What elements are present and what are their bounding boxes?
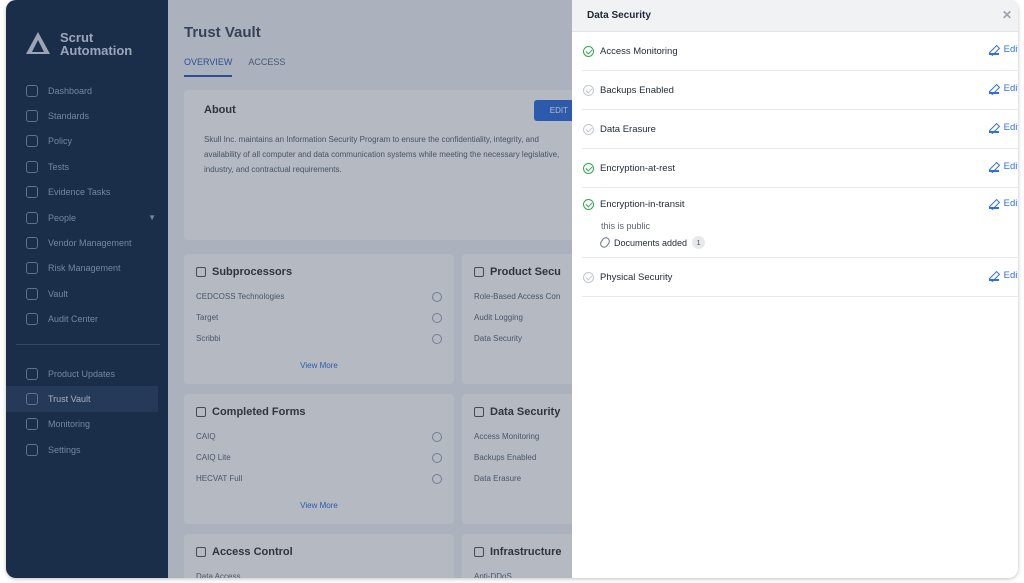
item-label: Data Erasure bbox=[600, 123, 656, 135]
edit-button[interactable]: Edit bbox=[988, 198, 1018, 209]
app-window: Scrut Automation Dashboard Standards Pol… bbox=[6, 0, 1018, 578]
check-circle-icon bbox=[583, 198, 594, 210]
list-item-physical-security: Physical Security Edit bbox=[582, 258, 1018, 297]
drawer-title: Data Security bbox=[587, 10, 651, 21]
check-circle-icon bbox=[583, 162, 594, 174]
edit-button[interactable]: Edit bbox=[988, 161, 1018, 172]
drawer-header: Data Security ✕ bbox=[572, 0, 1018, 32]
item-label: Encryption-at-rest bbox=[600, 162, 675, 174]
item-note: this is public bbox=[601, 221, 651, 231]
modal-backdrop[interactable] bbox=[6, 0, 572, 578]
list-item-data-erasure: Data Erasure Edit bbox=[582, 110, 1018, 149]
close-icon[interactable]: ✕ bbox=[1002, 9, 1012, 21]
check-circle-icon bbox=[583, 271, 594, 283]
list-item-backups-enabled: Backups Enabled Edit bbox=[582, 71, 1018, 110]
item-label: Access Monitoring bbox=[600, 45, 678, 57]
documents-link[interactable]: Documents added 1 bbox=[583, 235, 1018, 250]
check-circle-icon bbox=[583, 84, 594, 96]
data-security-drawer: Data Security ✕ Access Monitoring Edit B… bbox=[572, 0, 1018, 578]
edit-button[interactable]: Edit bbox=[988, 44, 1018, 55]
item-label: Physical Security bbox=[600, 271, 673, 283]
pencil-icon bbox=[988, 271, 999, 281]
list-item-access-monitoring: Access Monitoring Edit bbox=[582, 32, 1018, 71]
pencil-icon bbox=[988, 45, 999, 55]
check-circle-icon bbox=[583, 123, 594, 135]
list-item-encryption-at-rest: Encryption-at-rest Edit bbox=[582, 149, 1018, 188]
pencil-icon bbox=[988, 199, 999, 209]
pencil-icon bbox=[988, 162, 999, 172]
item-label: Backups Enabled bbox=[600, 84, 674, 96]
edit-button[interactable]: Edit bbox=[988, 122, 1018, 133]
list-item-encryption-in-transit: Encryption-in-transit Edit this is publi… bbox=[582, 188, 1018, 258]
check-circle-icon bbox=[583, 45, 594, 57]
pencil-icon bbox=[988, 123, 999, 133]
pencil-icon bbox=[988, 84, 999, 94]
count-badge: 1 bbox=[692, 236, 706, 249]
paperclip-icon bbox=[598, 235, 612, 250]
edit-button[interactable]: Edit bbox=[988, 270, 1018, 281]
item-label: Encryption-in-transit bbox=[600, 198, 685, 210]
edit-button[interactable]: Edit bbox=[988, 83, 1018, 94]
